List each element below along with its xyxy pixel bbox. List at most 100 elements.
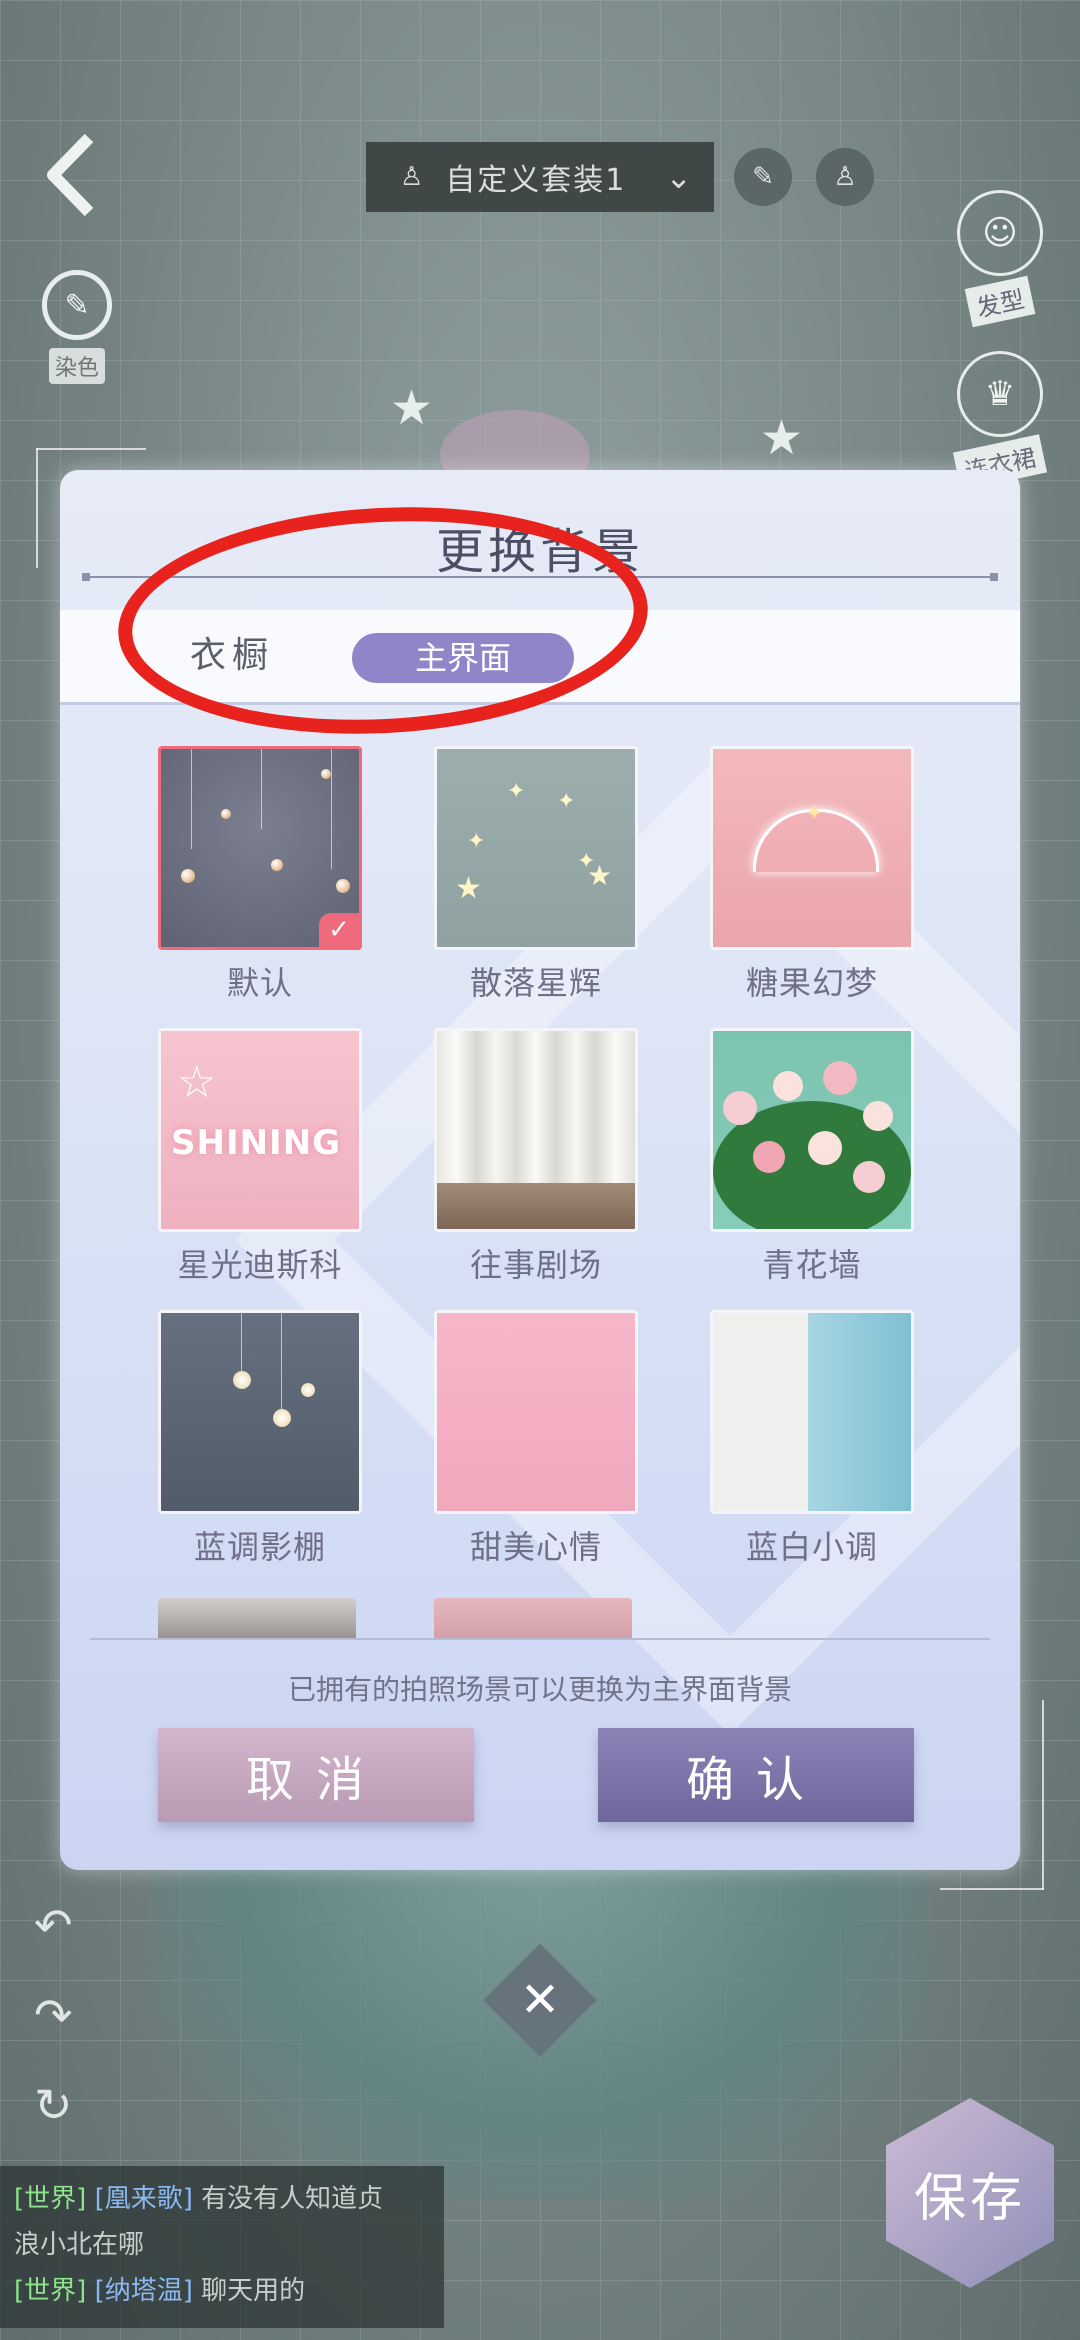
close-icon: ✕ (519, 1972, 561, 2028)
chat-sender: [凰来歌] (94, 2184, 193, 2214)
chat-line: 浪小北在哪 (14, 2222, 430, 2268)
background-name: 默认 (226, 964, 293, 1002)
ornament (181, 869, 195, 883)
star-icon: ★ (760, 410, 804, 466)
hanging-thread (261, 749, 262, 829)
halo-icon: ✦ (805, 801, 824, 826)
background-name: 散落星辉 (469, 964, 602, 1002)
flask-icon: ♙ (833, 162, 857, 192)
left-toolbar: ↶ ↷ ↻ (34, 1880, 73, 2150)
dye-button[interactable]: ✎ 染色 (32, 270, 122, 384)
background-name: 甜美心情 (469, 1528, 602, 1566)
hanging-thread (331, 749, 332, 869)
chat-line: [世界] [纳塔温] 聊天用的 (14, 2268, 430, 2314)
background-thumbnail (158, 1310, 362, 1514)
background-tile-candy-dream[interactable]: ✦ 糖果幻梦 (710, 746, 914, 1004)
rose (823, 1061, 857, 1095)
chat-text: 有没有人知道贞 (201, 2184, 384, 2214)
background-thumbnail: ✦ (710, 746, 914, 950)
rose (853, 1161, 885, 1193)
star-icon: ★ (455, 871, 482, 906)
background-name: 糖果幻梦 (745, 964, 878, 1002)
background-name: 星光迪斯科 (177, 1246, 343, 1284)
bulb (273, 1409, 291, 1427)
background-tile-partial[interactable] (434, 1598, 632, 1638)
background-thumbnail: ✦ ✦ ✦ ✦ ★ ★ (434, 746, 638, 950)
flask-icon: ♙ (400, 162, 426, 192)
frame-corner (940, 1888, 1044, 1890)
rose (773, 1071, 803, 1101)
hanging-thread (241, 1313, 242, 1373)
dye-label: 染色 (48, 348, 105, 384)
background-name: 蓝调影棚 (193, 1528, 326, 1566)
bulb (301, 1383, 315, 1397)
bulb (233, 1371, 251, 1389)
chat-text: 聊天用的 (201, 2276, 306, 2306)
rose (808, 1131, 842, 1165)
outfit-selector[interactable]: ♙ 自定义套装1 ⌄ (366, 142, 714, 212)
chat-text: 浪小北在哪 (14, 2230, 145, 2260)
frame-corner (36, 448, 146, 450)
background-tile-rose-wall[interactable]: 青花墙 (710, 1028, 914, 1286)
undo-button[interactable]: ↶ (34, 1880, 73, 1970)
hanging-thread (281, 1313, 282, 1413)
shining-sign: SHINING (171, 1123, 342, 1163)
redo-icon: ↷ (34, 1988, 73, 2042)
cancel-button[interactable]: 取消 (158, 1728, 474, 1822)
redo-button[interactable]: ↷ (34, 1970, 73, 2060)
background-thumbnail (434, 1028, 638, 1232)
save-button[interactable]: 保存 (886, 2098, 1054, 2288)
flask-button[interactable]: ♙ (816, 148, 874, 206)
palette-icon: ✎ (42, 270, 112, 340)
category-hairstyle[interactable]: ☺ 发型 (940, 190, 1060, 328)
background-tile-partial[interactable] (158, 1598, 356, 1638)
stage-floor (437, 1183, 635, 1229)
background-tile-star-disco[interactable]: ☆ SHINING 星光迪斯科 (158, 1028, 362, 1286)
save-label: 保存 (913, 2168, 1026, 2229)
background-thumbnail (710, 1310, 914, 1514)
reset-button[interactable]: ↻ (34, 2060, 73, 2150)
background-thumbnail (710, 1028, 914, 1232)
background-tile-blue-studio[interactable]: 蓝调影棚 (158, 1310, 362, 1568)
star-icon: ★ (587, 859, 613, 892)
background-tile-sweet-mood[interactable]: 甜美心情 (434, 1310, 638, 1568)
chevron-left-icon (47, 133, 94, 217)
chat-channel: [世界] (14, 2184, 87, 2214)
background-name: 蓝白小调 (745, 1528, 878, 1566)
category-dress[interactable]: ♛ 连衣裙 (940, 351, 1060, 491)
chat-sender: [纳塔温] (94, 2276, 193, 2306)
rose (753, 1141, 785, 1173)
background-tile-scatter-stars[interactable]: ✦ ✦ ✦ ✦ ★ ★ 散落星辉 (434, 746, 638, 1004)
background-tile-blue-white-tune[interactable]: 蓝白小调 (710, 1310, 914, 1568)
feather-button[interactable]: ✎ (734, 148, 792, 206)
confirm-button[interactable]: 确认 (598, 1728, 914, 1822)
close-button[interactable]: ✕ (500, 1960, 580, 2040)
rose (863, 1101, 893, 1131)
hint-text: 已拥有的拍照场景可以更换为主界面背景 (287, 1673, 792, 1706)
category-sidebar: ☺ 发型 ♛ 连衣裙 (940, 190, 1060, 512)
background-thumbnail: ✓ (158, 746, 362, 950)
back-button[interactable] (36, 130, 106, 220)
outfit-selector-label: 自定义套装1 (445, 163, 627, 198)
star-icon: ✦ (507, 779, 526, 804)
hanging-thread (191, 749, 192, 849)
background-thumbnail (434, 1310, 638, 1514)
dress-icon: ♛ (957, 351, 1043, 437)
background-name: 青花墙 (762, 1246, 862, 1284)
hair-icon: ☺ (957, 190, 1043, 276)
checkmark-icon: ✓ (319, 913, 359, 947)
background-tile-past-theater[interactable]: 往事剧场 (434, 1028, 638, 1286)
star-icon: ✦ (557, 789, 576, 814)
reset-icon: ↻ (34, 2078, 73, 2132)
feather-icon: ✎ (752, 162, 774, 192)
footer-divider (90, 1638, 990, 1640)
ornament (221, 809, 231, 819)
chat-line: [世界] [凰来歌] 有没有人知道贞 (14, 2176, 430, 2222)
background-name: 往事剧场 (469, 1246, 602, 1284)
star-icon: ★ (390, 380, 434, 436)
undo-icon: ↶ (34, 1898, 73, 1952)
chat-panel[interactable]: [世界] [凰来歌] 有没有人知道贞 浪小北在哪 [世界] [纳塔温] 聊天用的 (0, 2166, 444, 2328)
rose (723, 1091, 757, 1125)
background-tile-default[interactable]: ✓ 默认 (158, 746, 362, 1004)
chat-channel: [世界] (14, 2276, 87, 2306)
